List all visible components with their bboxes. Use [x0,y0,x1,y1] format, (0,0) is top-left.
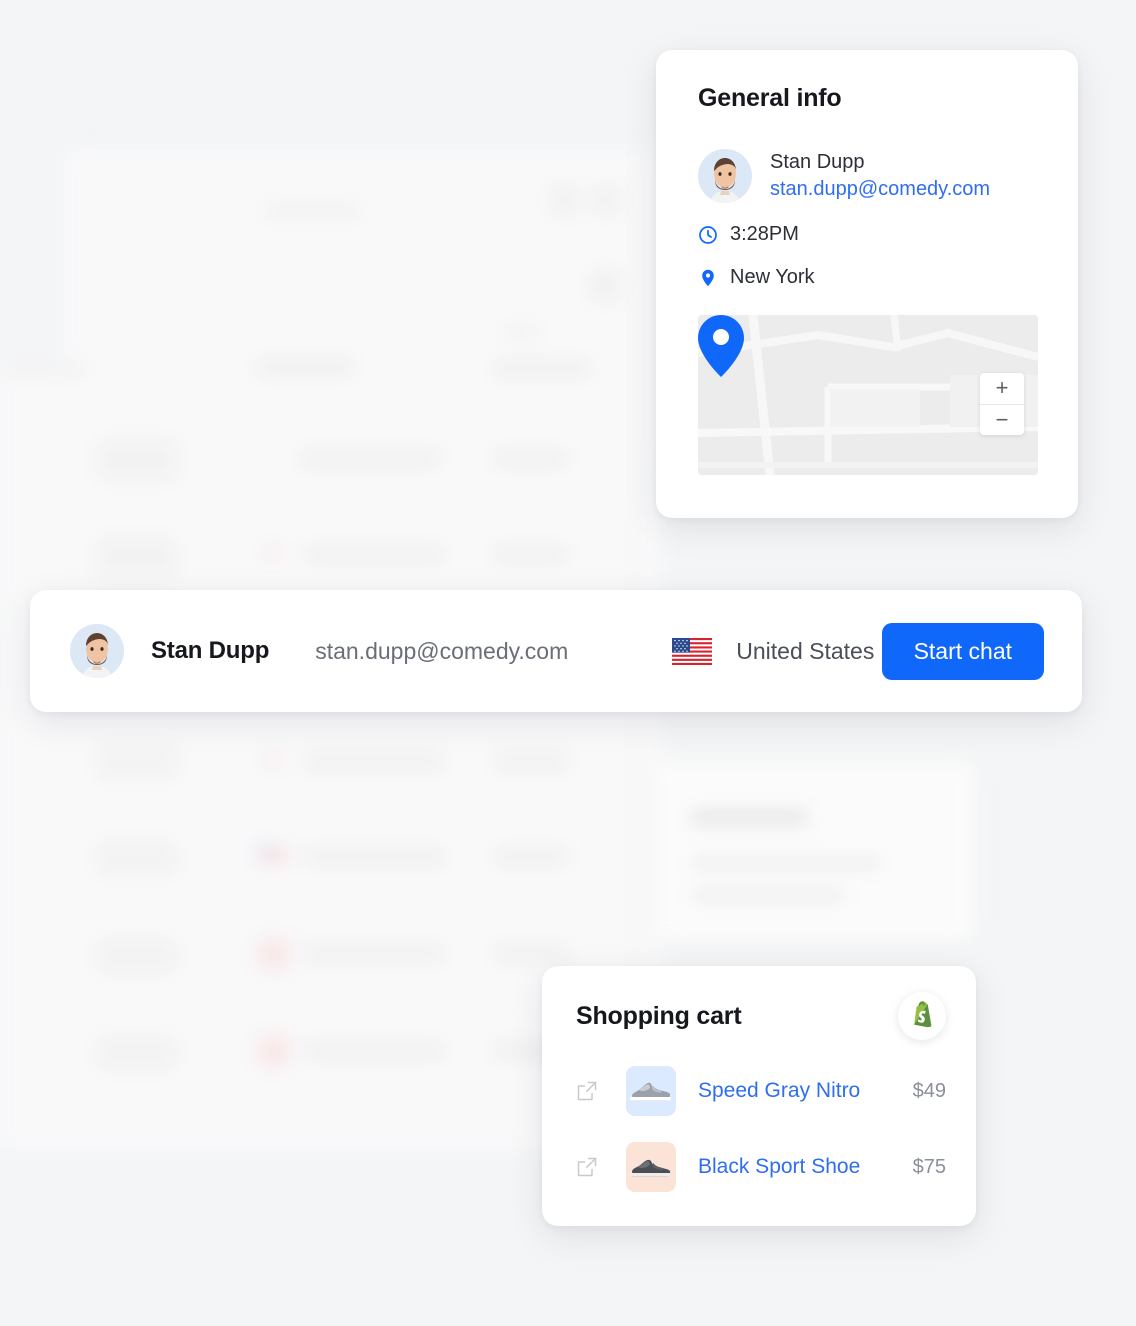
background-flag-icon [258,845,288,865]
background-placeholder-block [98,538,176,578]
product-thumbnail [626,1066,676,1116]
background-card [656,762,976,942]
united-states-flag-icon [672,637,713,665]
contact-email: stan.dupp@comedy.com [315,637,569,664]
background-placeholder-bar [495,755,567,768]
shopping-cart-title: Shopping cart [576,1001,742,1030]
app-canvas: General info Stan Dupp stan.dupp@comedy.… [0,0,1136,1326]
contact-country: United States [736,637,875,664]
shopping-cart-header: Shopping cart [576,992,946,1040]
background-placeholder-bar [495,548,567,561]
cart-item-name[interactable]: Black Sport Shoe [698,1155,860,1179]
avatar [70,624,124,678]
background-placeholder-bar [258,360,353,374]
clock-icon [699,225,717,244]
background-placeholder-bar [504,327,540,337]
background-placeholder-bar [300,452,440,465]
shopify-bag-icon [913,1001,931,1028]
background-placeholder-block [98,1037,176,1069]
background-placeholder-block [266,546,280,560]
background-placeholder-block [266,753,280,767]
general-info-person-row: Stan Dupp stan.dupp@comedy.com [698,149,1042,203]
background-panel-top [64,150,664,460]
person-email-link[interactable]: stan.dupp@comedy.com [770,178,990,201]
background-placeholder-circle [588,270,622,302]
background-placeholder-block [98,940,176,972]
map-zoom-out-button[interactable]: − [980,405,1024,436]
background-placeholder-bar [305,1044,443,1057]
general-info-title: General info [698,84,842,112]
map-zoom-in-button[interactable]: + [980,373,1024,405]
shopify-badge [898,992,946,1040]
time-value: 3:28PM [730,223,799,245]
product-thumbnail [626,1142,676,1192]
map-pin-marker [698,315,744,377]
background-placeholder-bar [305,947,443,960]
background-placeholder-bar [495,850,567,863]
contact-bar: Stan Dupp stan.dupp@comedy.com United St… [30,590,1082,712]
background-placeholder-bar [305,548,443,561]
general-info-location-row: New York [698,266,1042,289]
cart-item-name[interactable]: Speed Gray Nitro [698,1079,860,1103]
map-zoom-controls: + − [980,373,1024,435]
location-value: New York [730,266,815,288]
general-info-card: General info Stan Dupp stan.dupp@comedy.… [656,50,1078,518]
general-info-time-row: 3:28PM [698,223,1042,246]
background-placeholder-block [98,440,176,480]
cart-item-price: $75 [912,1155,946,1178]
background-placeholder-bar [690,857,880,869]
background-placeholder-bar [5,363,87,375]
background-placeholder-block [258,1035,290,1067]
cart-item-price: $49 [912,1079,946,1102]
shopping-cart-card: Shopping cart Speed Gray Nitro $49 Black… [542,966,976,1226]
background-placeholder-bar [690,810,808,825]
background-placeholder-bar [265,205,360,217]
avatar [698,149,752,203]
background-placeholder-block [98,745,176,777]
location-map[interactable]: + − [698,315,1038,475]
background-placeholder-bar [495,452,567,465]
background-placeholder-bar [305,755,443,768]
background-placeholder-bar [494,362,590,375]
background-placeholder-bar [305,850,443,863]
background-placeholder-block [258,938,290,970]
cart-item[interactable]: Black Sport Shoe $75 [576,1142,946,1192]
person-name: Stan Dupp [770,151,865,173]
background-placeholder-bar [690,890,846,902]
background-placeholder-circle [550,185,580,215]
start-chat-button[interactable]: Start chat [881,622,1044,680]
background-placeholder-circle [590,186,622,214]
external-link-icon[interactable] [576,1156,598,1178]
contact-name: Stan Dupp [151,637,270,664]
map-pin-icon [702,269,714,286]
general-info-person-text: Stan Dupp stan.dupp@comedy.com [770,151,990,201]
cart-item[interactable]: Speed Gray Nitro $49 [576,1066,946,1116]
background-placeholder-block [98,842,176,874]
background-placeholder-bar [495,947,567,960]
external-link-icon[interactable] [576,1080,598,1102]
